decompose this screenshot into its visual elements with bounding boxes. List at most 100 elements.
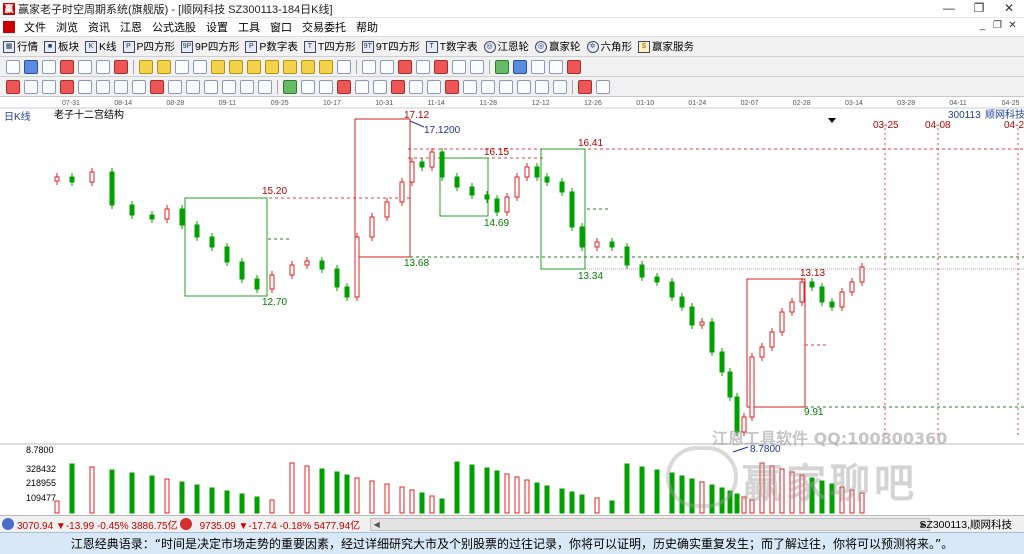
tool-ind16-icon[interactable]: [283, 79, 297, 94]
tool-ind10-icon[interactable]: [168, 79, 182, 94]
toolbar-winner-wheel-button[interactable]: ◎ 赢家轮: [532, 38, 584, 56]
tool-ind9-icon[interactable]: [150, 79, 164, 94]
menu-browse[interactable]: 浏览: [51, 19, 83, 35]
tool-diamond1-icon[interactable]: [247, 59, 261, 74]
toolbar-t-square-button[interactable]: T T四方形: [301, 38, 359, 56]
tool-infinity-icon[interactable]: [596, 79, 610, 94]
tool-first-icon[interactable]: [139, 59, 153, 74]
tool-zoom-icon[interactable]: [24, 59, 38, 74]
tool-down-icon[interactable]: [229, 59, 243, 74]
toolbar-quotes-button[interactable]: ▦ 行情: [0, 38, 41, 56]
toolbar-p-square-button[interactable]: P P四方形: [120, 38, 179, 56]
tool-cross-icon[interactable]: [380, 59, 394, 74]
app-menu-icon[interactable]: [3, 21, 15, 33]
tool-fib-icon[interactable]: [452, 59, 466, 74]
menu-file[interactable]: 文件: [19, 19, 51, 35]
tool-print-icon[interactable]: [549, 59, 563, 74]
toolbar-9t-square-button[interactable]: 9T 9T四方形: [359, 38, 423, 56]
tool-ind12-icon[interactable]: [204, 79, 218, 94]
tool-ind19-icon[interactable]: [337, 79, 351, 94]
tool-ind23-icon[interactable]: [409, 79, 423, 94]
tool-ind30-icon[interactable]: [535, 79, 549, 94]
tool-diamond3-icon[interactable]: [283, 59, 297, 74]
sz-index-text[interactable]: 9735.09 ▼-17.74 -0.18% 5477.94亿: [200, 517, 361, 532]
tool-color-icon[interactable]: [578, 79, 592, 94]
tool-diamond5-icon[interactable]: [319, 59, 333, 74]
tool-flag-icon[interactable]: [114, 59, 128, 74]
tool-ind20-icon[interactable]: [355, 79, 369, 94]
tool-ind1-icon[interactable]: [6, 79, 20, 94]
toolbar-kline-button[interactable]: K K线: [82, 38, 120, 56]
tool-ind28-icon[interactable]: [499, 79, 513, 94]
menu-info[interactable]: 资讯: [83, 19, 115, 35]
menu-help[interactable]: 帮助: [351, 19, 383, 35]
scroll-left-icon[interactable]: ◀: [371, 519, 382, 530]
toolbar-blocks-button[interactable]: ■ 板块: [41, 38, 82, 56]
tool-ind6-icon[interactable]: [96, 79, 110, 94]
restore-icon[interactable]: ❐: [964, 0, 994, 18]
tool-diamond4-icon[interactable]: [301, 59, 315, 74]
tool-ind25-icon[interactable]: [445, 79, 459, 94]
tool-up-icon[interactable]: [211, 59, 225, 74]
tool-ind7-icon[interactable]: [114, 79, 128, 94]
tool-ind29-icon[interactable]: [517, 79, 531, 94]
tool-ind3-icon[interactable]: [42, 79, 56, 94]
indicator-dropdown-icon[interactable]: [828, 118, 836, 123]
tool-info-icon[interactable]: [42, 59, 56, 74]
toolbar-gann-wheel-button[interactable]: ◎ 江恩轮: [481, 38, 533, 56]
tool-ind8-icon[interactable]: [132, 79, 146, 94]
tool-ind11-icon[interactable]: [186, 79, 200, 94]
tool-bug-icon[interactable]: [567, 59, 581, 74]
tool-ind13-icon[interactable]: [222, 79, 236, 94]
toolbar-hexagon-button[interactable]: ✡ 六角形: [584, 38, 636, 56]
tool-ind17-icon[interactable]: [301, 79, 315, 94]
current-stock-code[interactable]: SZ300113,顺网科技: [919, 517, 1012, 532]
tool-ind5-icon[interactable]: [78, 79, 92, 94]
tool-candle-icon[interactable]: [60, 59, 74, 74]
tool-bar-icon[interactable]: [78, 59, 92, 74]
tool-ind22-icon[interactable]: [391, 79, 405, 94]
tool-back-icon[interactable]: [175, 59, 189, 74]
menu-settings[interactable]: 设置: [201, 19, 233, 35]
tool-wave-icon[interactable]: [398, 59, 412, 74]
minimize-icon[interactable]: —: [934, 0, 964, 18]
tool-disk-icon[interactable]: [513, 59, 527, 74]
tool-ind15-icon[interactable]: [258, 79, 272, 94]
toolbar-9p-square-button[interactable]: 9P 9P四方形: [178, 38, 242, 56]
menu-trade[interactable]: 交易委托: [297, 19, 351, 35]
tool-grid-icon[interactable]: [337, 59, 351, 74]
tool-shape-icon[interactable]: [470, 59, 484, 74]
tool-ind14-icon[interactable]: [240, 79, 254, 94]
toolbar-p-table-button[interactable]: P P数字表: [242, 38, 301, 56]
tool-ind2-icon[interactable]: [24, 79, 38, 94]
tool-calc-icon[interactable]: [531, 59, 545, 74]
tool-line-icon[interactable]: [96, 59, 110, 74]
sh-index-text[interactable]: 3070.94 ▼-13.99 -0.45% 3886.75亿: [17, 517, 178, 532]
toolbar-service-button[interactable]: $ 赢家服务: [635, 38, 697, 56]
tool-ind18-icon[interactable]: [319, 79, 333, 94]
tool-text-icon[interactable]: [416, 59, 430, 74]
tool-ind24-icon[interactable]: [427, 79, 441, 94]
tool-ind21-icon[interactable]: [373, 79, 387, 94]
tool-diamond2-icon[interactable]: [265, 59, 279, 74]
menu-formula[interactable]: 公式选股: [147, 19, 201, 35]
mdi-close-icon[interactable]: ✕: [1005, 19, 1020, 34]
tool-hand-icon[interactable]: [362, 59, 376, 74]
close-icon[interactable]: ✕: [994, 0, 1024, 18]
menu-window[interactable]: 窗口: [265, 19, 297, 35]
tool-ind26-icon[interactable]: [463, 79, 477, 94]
horizontal-scrollbar[interactable]: ◀ ▶: [370, 517, 931, 531]
tool-save-icon[interactable]: [495, 59, 509, 74]
tool-palette-icon[interactable]: [434, 59, 448, 74]
menu-gann[interactable]: 江恩: [115, 19, 147, 35]
tool-ind27-icon[interactable]: [481, 79, 495, 94]
tool-ind31-icon[interactable]: [553, 79, 567, 94]
mdi-minimize-icon[interactable]: _: [975, 19, 990, 34]
tool-kline-type-icon[interactable]: [6, 59, 20, 74]
tool-play-icon[interactable]: [157, 59, 171, 74]
menu-tools[interactable]: 工具: [233, 19, 265, 35]
toolbar-t-table-button[interactable]: T T数字表: [423, 38, 481, 56]
tool-forward-icon[interactable]: [193, 59, 207, 74]
mdi-restore-icon[interactable]: ❐: [990, 19, 1005, 34]
tool-ind4-icon[interactable]: [60, 79, 74, 94]
